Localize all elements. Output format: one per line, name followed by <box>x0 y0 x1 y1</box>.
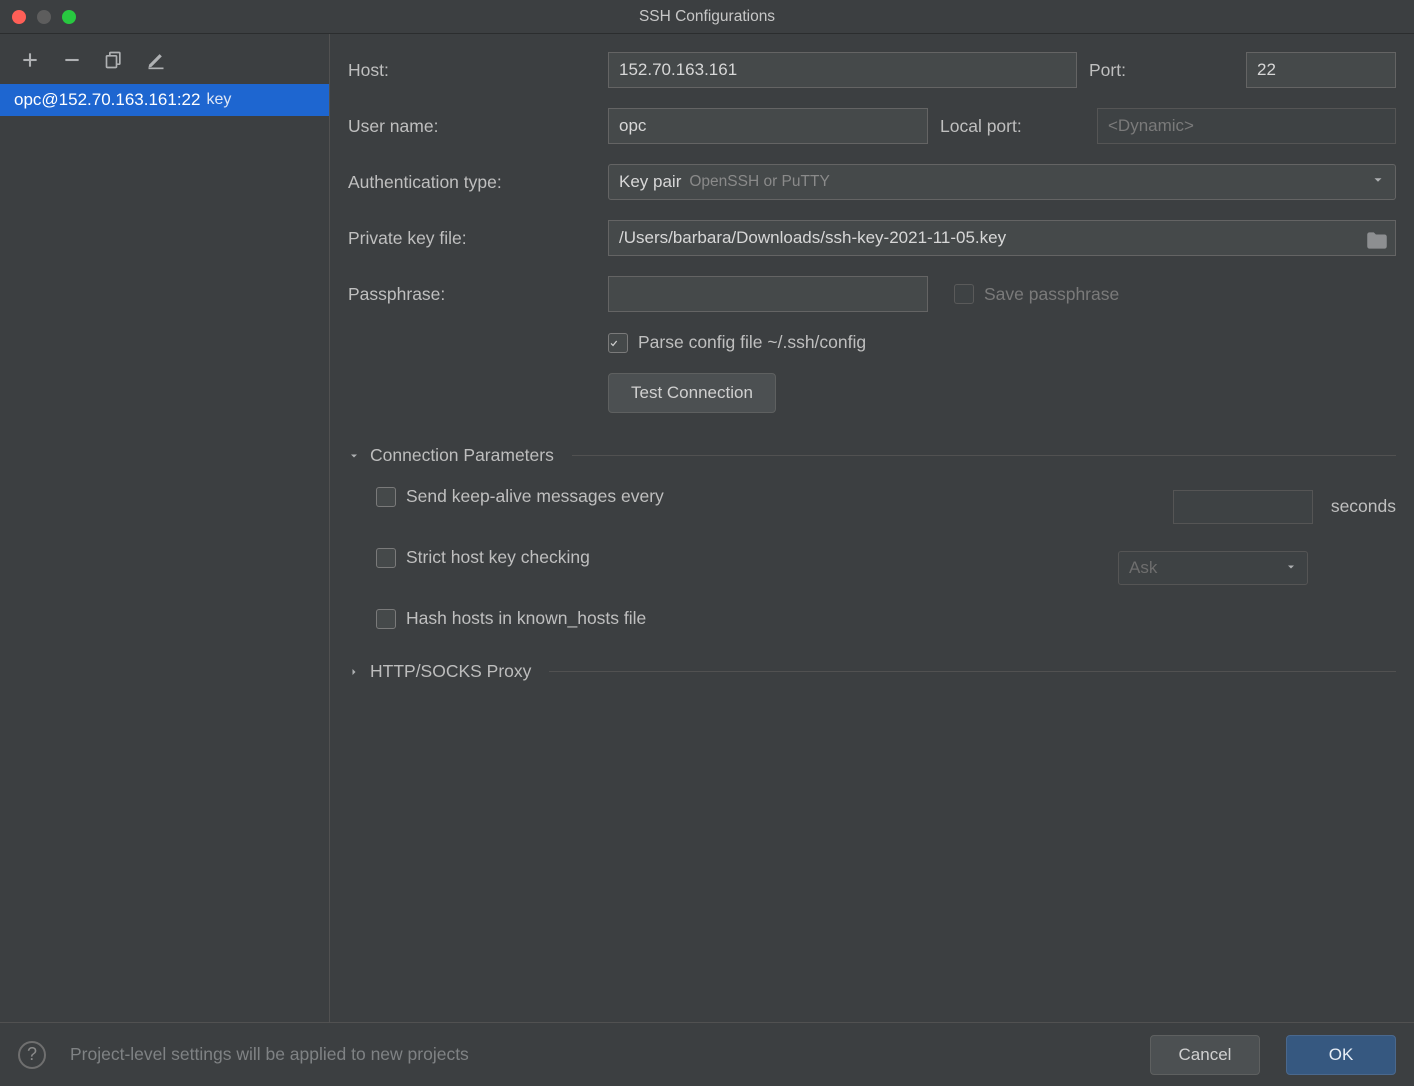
host-label: Host: <box>348 60 598 81</box>
parse-config-label: Parse config file ~/.ssh/config <box>638 332 866 353</box>
config-list-item-suffix: key <box>206 91 231 109</box>
connection-params-section: Connection Parameters Send keep-alive me… <box>348 445 1396 629</box>
config-list-item-label: opc@152.70.163.161:22 <box>14 90 200 110</box>
divider <box>549 671 1396 672</box>
window-title: SSH Configurations <box>0 8 1414 26</box>
footer: ? Project-level settings will be applied… <box>0 1022 1414 1086</box>
folder-icon[interactable] <box>1364 228 1390 248</box>
username-input[interactable] <box>608 108 928 144</box>
port-input[interactable] <box>1246 52 1396 88</box>
chevron-down-icon <box>1285 558 1297 578</box>
strict-hostkey-value: Ask <box>1129 558 1157 578</box>
footer-message: Project-level settings will be applied t… <box>70 1044 1124 1065</box>
strict-hostkey-checkbox[interactable]: Strict host key checking <box>376 547 590 568</box>
close-window-button[interactable] <box>12 10 26 24</box>
copy-icon[interactable] <box>104 50 124 70</box>
keepalive-unit: seconds <box>1331 496 1396 517</box>
proxy-title: HTTP/SOCKS Proxy <box>370 661 531 682</box>
chevron-down-icon <box>1371 172 1385 192</box>
hash-hosts-checkbox[interactable]: Hash hosts in known_hosts file <box>376 608 1396 629</box>
cancel-button[interactable]: Cancel <box>1150 1035 1260 1075</box>
keyfile-label: Private key file: <box>348 228 598 249</box>
keyfile-input[interactable] <box>608 220 1396 256</box>
localport-input <box>1097 108 1396 144</box>
add-icon[interactable] <box>20 50 40 70</box>
expand-down-icon <box>348 450 360 462</box>
keepalive-input <box>1173 490 1313 524</box>
remove-icon[interactable] <box>62 50 82 70</box>
help-icon[interactable]: ? <box>18 1041 46 1069</box>
test-connection-button[interactable]: Test Connection <box>608 373 776 413</box>
passphrase-input[interactable] <box>608 276 928 312</box>
host-input[interactable] <box>608 52 1077 88</box>
minimize-window-button[interactable] <box>37 10 51 24</box>
titlebar: SSH Configurations <box>0 0 1414 34</box>
connection-params-title: Connection Parameters <box>370 445 554 466</box>
connection-params-header[interactable]: Connection Parameters <box>348 445 1396 466</box>
left-panel: opc@152.70.163.161:22 key <box>0 34 330 1022</box>
config-list-item[interactable]: opc@152.70.163.161:22 key <box>0 84 329 116</box>
parse-config-checkbox[interactable]: Parse config file ~/.ssh/config <box>608 332 1396 353</box>
save-passphrase-checkbox: Save passphrase <box>954 284 1119 305</box>
port-label: Port: <box>1089 60 1234 81</box>
authtype-hint: OpenSSH or PuTTY <box>689 173 1371 191</box>
strict-hostkey-select: Ask <box>1118 551 1308 585</box>
authtype-value: Key pair <box>619 172 681 192</box>
proxy-section: HTTP/SOCKS Proxy <box>348 661 1396 682</box>
edit-icon[interactable] <box>146 50 166 70</box>
authtype-label: Authentication type: <box>348 172 598 193</box>
window-controls <box>12 10 76 24</box>
ssh-form: Host: Port: User name: Local port: Authe… <box>348 52 1396 413</box>
content-area: opc@152.70.163.161:22 key Host: Port: Us… <box>0 34 1414 1022</box>
strict-hostkey-label: Strict host key checking <box>406 547 590 568</box>
keepalive-label: Send keep-alive messages every <box>406 486 664 507</box>
ok-button[interactable]: OK <box>1286 1035 1396 1075</box>
save-passphrase-label: Save passphrase <box>984 284 1119 305</box>
divider <box>572 455 1396 456</box>
authtype-select[interactable]: Key pair OpenSSH or PuTTY <box>608 164 1396 200</box>
list-toolbar <box>0 44 329 80</box>
keepalive-checkbox[interactable]: Send keep-alive messages every <box>376 486 664 507</box>
config-list: opc@152.70.163.161:22 key <box>0 80 329 1022</box>
passphrase-label: Passphrase: <box>348 284 598 305</box>
username-label: User name: <box>348 116 598 137</box>
right-panel: Host: Port: User name: Local port: Authe… <box>330 34 1414 1022</box>
localport-label: Local port: <box>940 116 1085 137</box>
expand-right-icon <box>348 666 360 678</box>
maximize-window-button[interactable] <box>62 10 76 24</box>
proxy-header[interactable]: HTTP/SOCKS Proxy <box>348 661 1396 682</box>
hash-hosts-label: Hash hosts in known_hosts file <box>406 608 646 629</box>
